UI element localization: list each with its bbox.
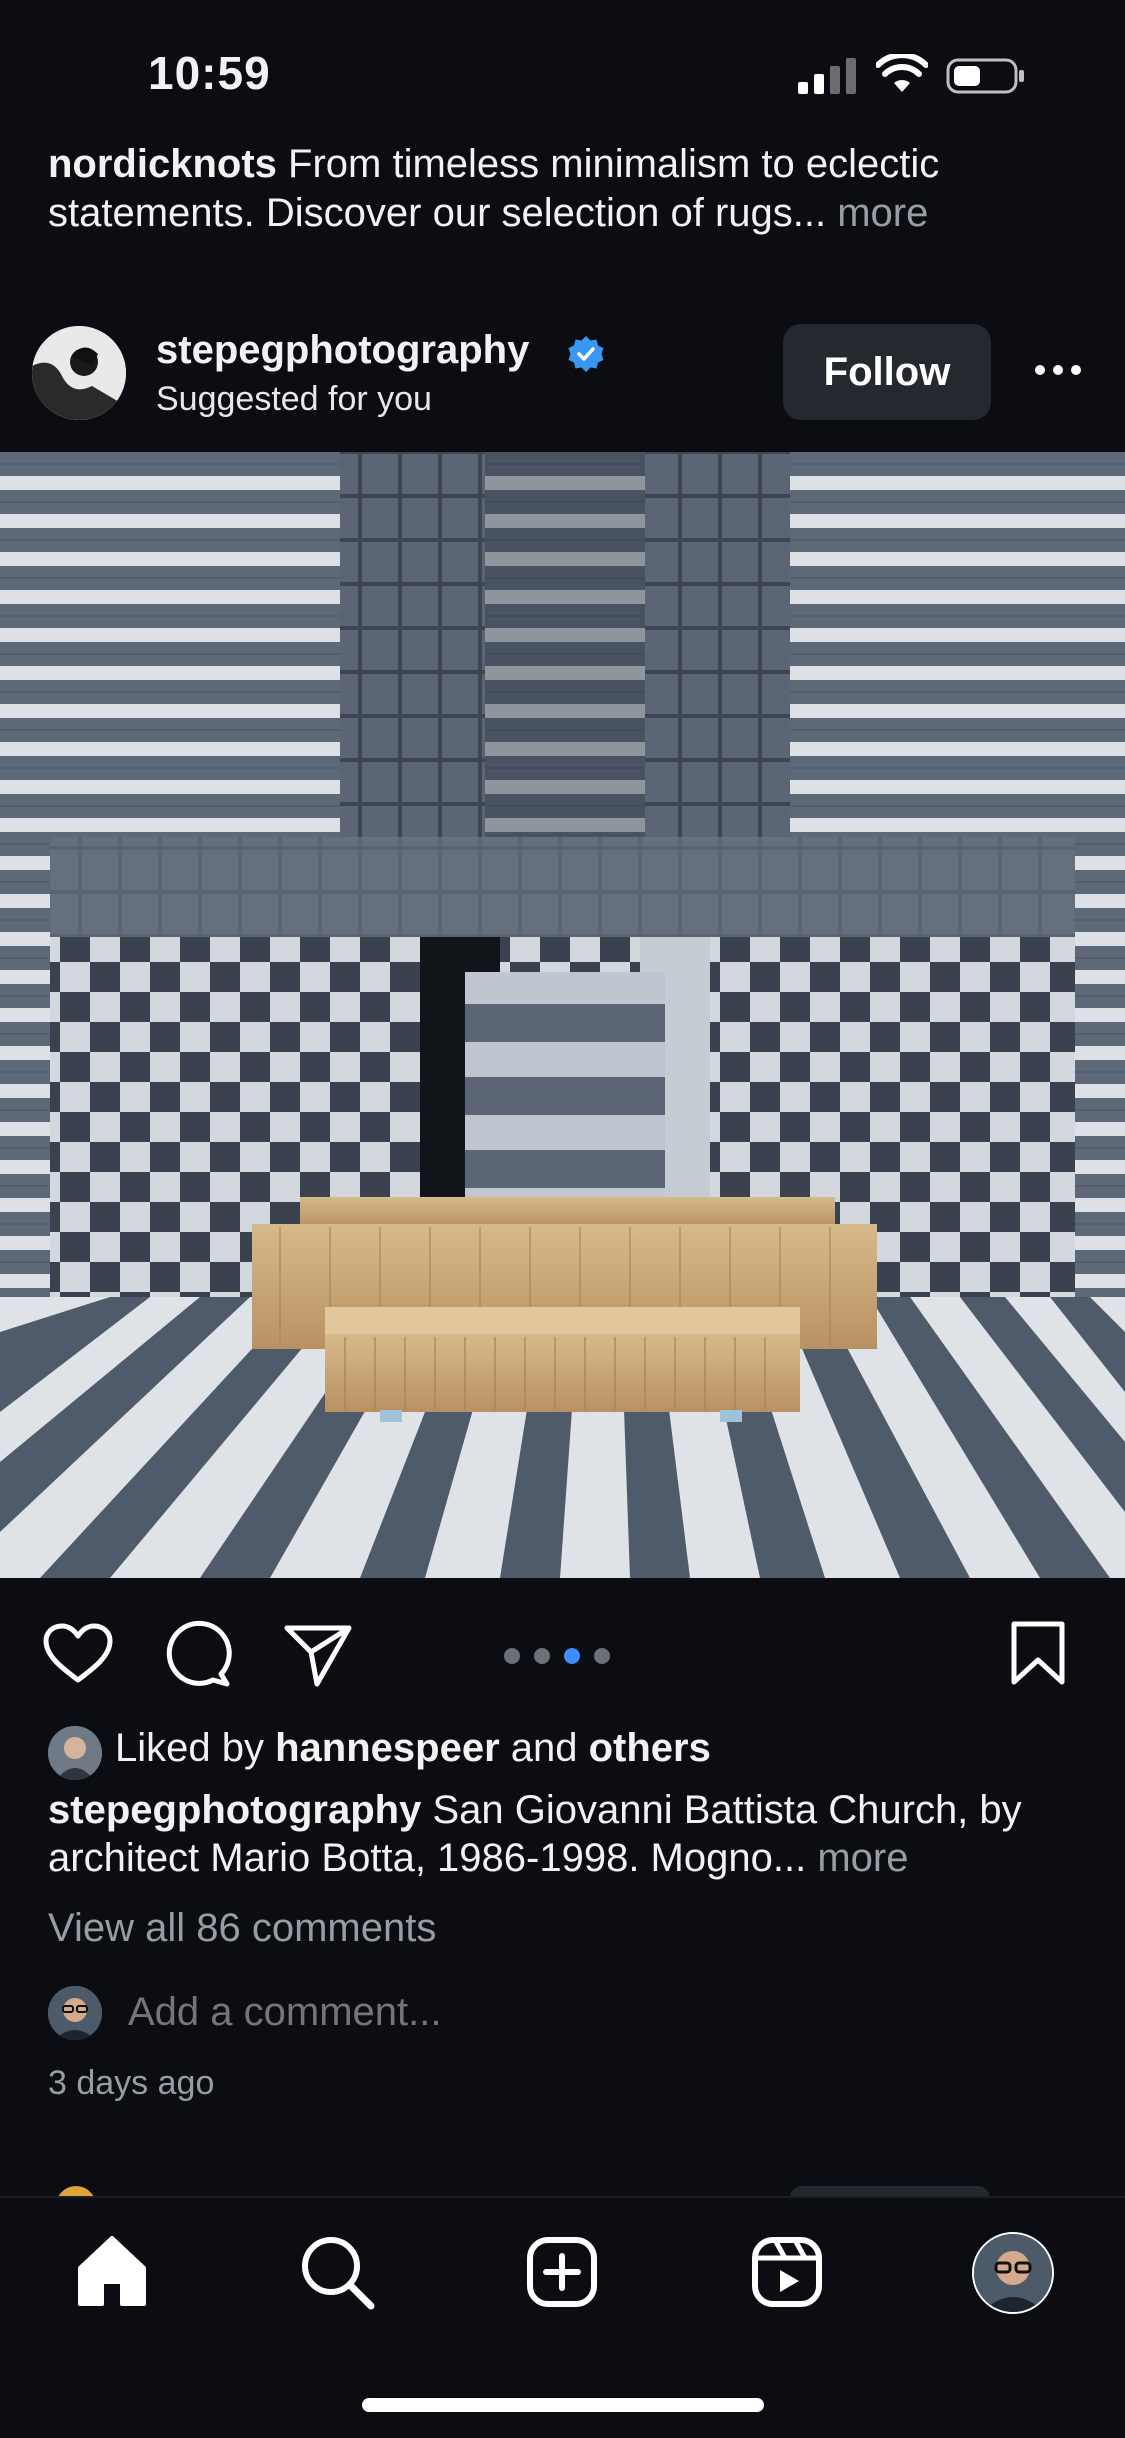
carousel-dot [594, 1648, 610, 1664]
likes-others[interactable]: others [589, 1726, 711, 1770]
liker-avatar-image [48, 1726, 102, 1780]
follow-button[interactable]: Follow [783, 324, 991, 420]
likes-prefix: Liked by [115, 1726, 276, 1770]
carousel-dot-active [564, 1648, 580, 1664]
liker-avatar[interactable] [48, 1726, 102, 1780]
previous-post-username[interactable]: nordicknots [48, 142, 277, 186]
church-interior-photo [0, 452, 1125, 1578]
profile-avatar[interactable] [972, 2232, 1054, 2314]
status-time: 10:59 [148, 47, 271, 99]
current-user-avatar-image [48, 1986, 102, 2040]
post-caption: stepegphotography San Giovanni Battista … [48, 1786, 1088, 1882]
suggested-label: Suggested for you [156, 380, 432, 418]
home-indicator [362, 2398, 764, 2412]
more-options-icon[interactable] [1032, 358, 1084, 382]
post-author-avatar[interactable] [32, 326, 126, 420]
post-username[interactable]: stepegphotography [156, 328, 529, 373]
verified-badge-icon [568, 336, 604, 372]
share-send-icon[interactable] [283, 1622, 353, 1688]
carousel-dot [504, 1648, 520, 1664]
add-comment-input[interactable] [128, 1990, 728, 2035]
caption-more-link[interactable]: more [806, 1836, 908, 1880]
likes-middle: and [499, 1726, 589, 1770]
wifi-icon [876, 54, 928, 92]
author-avatar-image [32, 326, 126, 420]
status-bar: 10:59 [0, 0, 1125, 150]
caption-username[interactable]: stepegphotography [48, 1788, 421, 1832]
profile-avatar-image [974, 2234, 1052, 2312]
view-all-comments-link[interactable]: View all 86 comments [48, 1906, 436, 1951]
post-actions [0, 1612, 1125, 1702]
liker-username[interactable]: hannespeer [275, 1726, 500, 1770]
post-header: stepegphotography Suggested for you Foll… [0, 320, 1125, 450]
comment-icon[interactable] [163, 1620, 233, 1690]
previous-post-caption: nordicknots From timeless minimalism to … [48, 140, 1078, 238]
post-timestamp: 3 days ago [48, 2064, 215, 2102]
cellular-signal-icon [798, 58, 856, 94]
battery-icon [946, 58, 1024, 94]
carousel-indicator [504, 1648, 624, 1668]
search-icon[interactable] [297, 2232, 377, 2312]
home-icon[interactable] [72, 2232, 152, 2312]
previous-post-more-link[interactable]: more [826, 191, 928, 235]
create-post-icon[interactable] [522, 2232, 602, 2312]
current-user-avatar [48, 1986, 102, 2040]
like-heart-icon[interactable] [42, 1622, 114, 1686]
likes-summary[interactable]: Liked by hannespeer and others [115, 1726, 711, 1771]
post-image[interactable] [0, 452, 1125, 1578]
reels-icon[interactable] [747, 2232, 827, 2312]
save-bookmark-icon[interactable] [1010, 1620, 1066, 1686]
carousel-dot [534, 1648, 550, 1664]
